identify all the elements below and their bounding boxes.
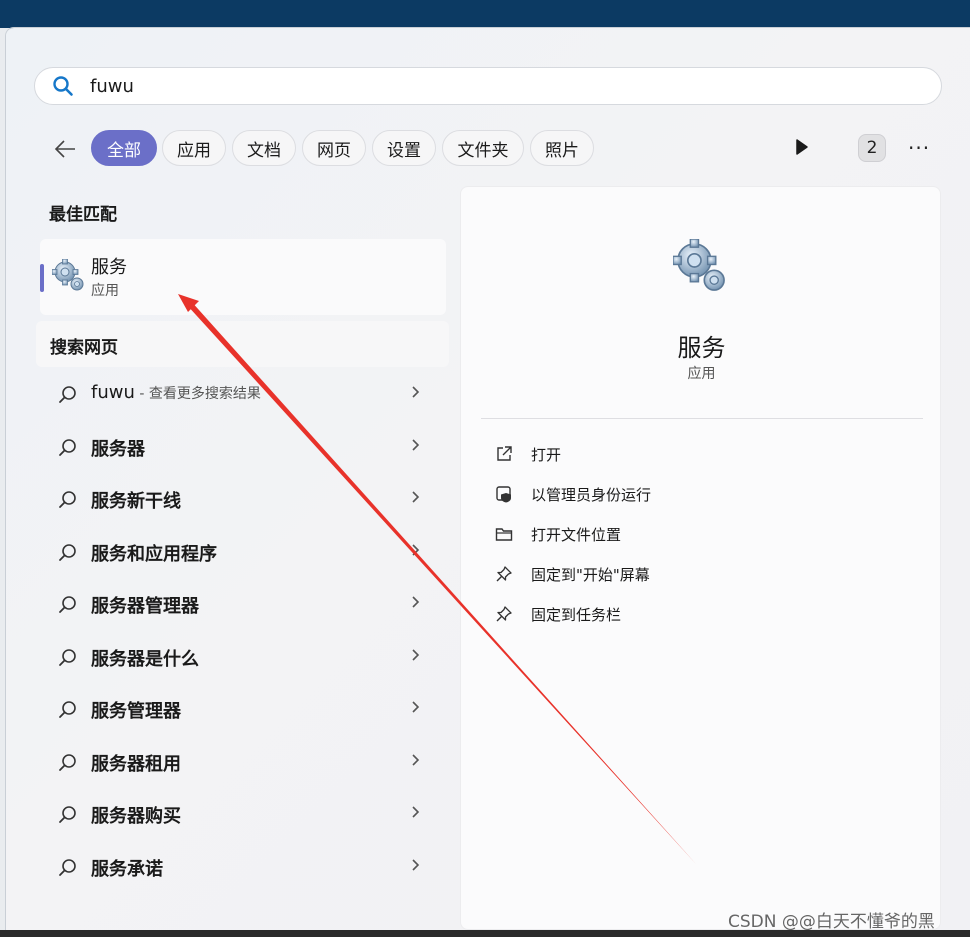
watermark: CSDN @@白天不懂爷的黑 xyxy=(728,912,935,932)
annotation-arrow xyxy=(178,294,696,864)
